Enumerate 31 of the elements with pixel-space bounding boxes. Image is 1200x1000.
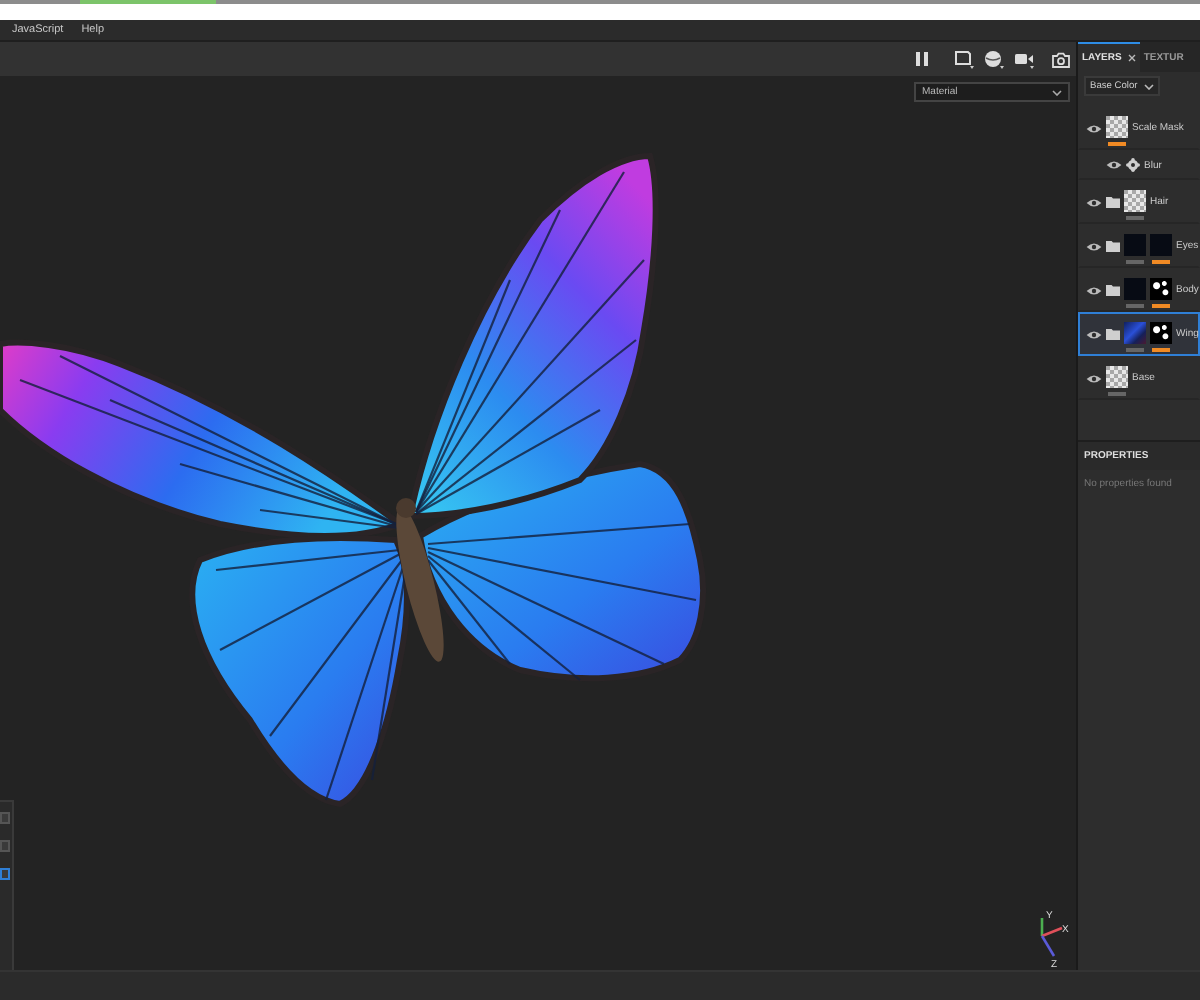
eye-icon[interactable] [1086,329,1102,339]
tool-button[interactable] [0,868,10,880]
folder-icon [1106,196,1120,208]
gear-icon [1126,158,1140,172]
layer-thumbnail [1106,366,1128,389]
layer-thumbnail [1124,322,1146,345]
sphere-icon[interactable] [984,49,1006,69]
chevron-down-icon [1052,89,1062,95]
video-camera-icon[interactable] [1014,49,1036,69]
layer-thumbnail [1150,322,1172,345]
layer-thumbnail [1124,190,1146,213]
layer-thumbnail [1150,278,1172,301]
layer-thumbnail [1106,116,1128,139]
layer-thumbnail [1124,234,1146,257]
accent-stripe [80,0,216,4]
eye-icon[interactable] [1106,160,1122,170]
eye-icon[interactable] [1086,373,1102,383]
eye-icon[interactable] [1086,285,1102,295]
eye-icon[interactable] [1086,197,1102,207]
frame-icon[interactable] [954,49,976,69]
eye-icon[interactable] [1086,241,1102,251]
layer-thumbnail [1124,278,1146,301]
folder-icon [1106,240,1120,252]
chevron-down-icon [1144,83,1154,89]
folder-icon [1106,284,1120,296]
camera-icon[interactable] [1052,51,1070,67]
close-icon[interactable] [1127,54,1136,62]
pause-icon[interactable] [916,52,928,66]
folder-icon [1106,328,1120,340]
eye-icon[interactable] [1086,123,1102,133]
layer-thumbnail [1150,234,1172,257]
